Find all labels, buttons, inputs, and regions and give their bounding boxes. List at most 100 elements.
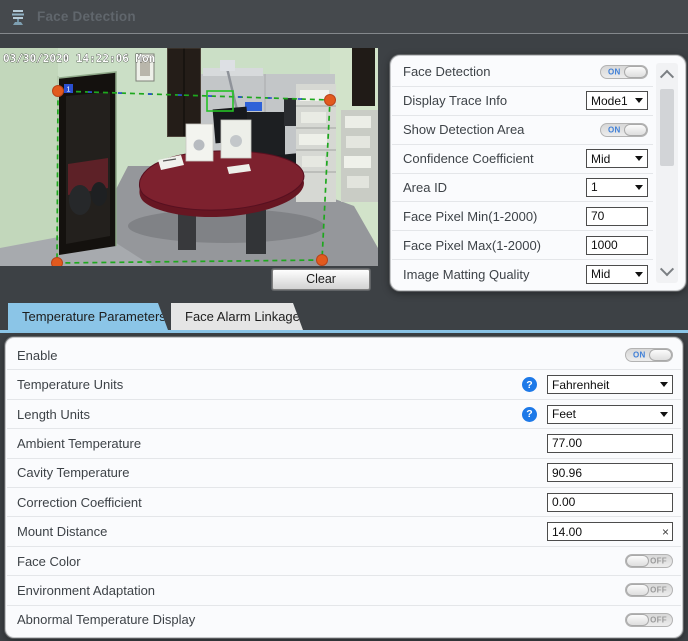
setting-label: Face Pixel Max(1-2000)	[403, 238, 586, 253]
ambient-temperature-field	[547, 434, 673, 453]
camera-timestamp: 03/30/2020 14:22:06 Mon	[3, 52, 155, 65]
toggle-knob	[624, 66, 647, 78]
setting-row-abnormal-temperature-display: Abnormal Temperature Display OFF	[7, 606, 681, 634]
setting-row-correction-coefficient: Correction Coefficient	[7, 488, 681, 517]
toggle-state-label: ON	[608, 67, 621, 76]
setting-label: Mount Distance	[17, 524, 537, 539]
face-pixel-max-1-2000-input[interactable]	[586, 236, 648, 255]
show-detection-area-toggle[interactable]: ON	[600, 123, 648, 137]
face-detection-icon	[9, 8, 27, 26]
face-color-toggle[interactable]: OFF	[625, 554, 673, 568]
setting-row-enable: Enable ON	[7, 341, 681, 370]
setting-label: Image Matting Quality	[403, 267, 586, 282]
scroll-thumb[interactable]	[660, 89, 674, 166]
corner-handle[interactable]	[317, 255, 328, 266]
image-matting-quality-select[interactable]: Mid	[586, 265, 648, 284]
tab-temperature-parameters[interactable]: Temperature Parameters	[8, 303, 168, 330]
chevron-down-icon	[660, 262, 674, 276]
dropdown-caret-icon	[635, 98, 643, 103]
setting-label: Length Units	[17, 407, 512, 422]
corner-handle[interactable]	[325, 95, 336, 106]
scrollbar[interactable]	[656, 63, 678, 283]
setting-row-ambient-temperature: Ambient Temperature	[7, 429, 681, 458]
face-pixel-min-1-2000-field	[586, 207, 648, 226]
face-pixel-min-1-2000-input[interactable]	[586, 207, 648, 226]
ambient-temperature-input[interactable]	[547, 434, 673, 453]
dropdown-caret-icon	[660, 412, 668, 417]
temperature-units-select[interactable]: Fahrenheit	[547, 375, 673, 394]
setting-row-confidence-coefficient: Confidence Coefficient Mid	[392, 145, 653, 174]
temperature-parameters-rows: Enable ON Temperature Units? Fahrenheit Leng…	[7, 341, 681, 634]
enable-toggle[interactable]: ON	[625, 348, 673, 362]
setting-label: Enable	[17, 348, 615, 363]
toggle-state-label: ON	[608, 125, 621, 134]
select-value: Mode1	[591, 94, 628, 108]
select-value: Mid	[591, 152, 610, 166]
toggle-knob	[626, 555, 649, 567]
correction-coefficient-field	[547, 493, 673, 512]
correction-coefficient-input[interactable]	[547, 493, 673, 512]
select-value: Fahrenheit	[552, 378, 609, 392]
dropdown-caret-icon	[635, 185, 643, 190]
corner-handle[interactable]	[53, 86, 64, 97]
scroll-down-button[interactable]	[656, 263, 678, 281]
setting-label: Correction Coefficient	[17, 495, 537, 510]
toggle-knob	[626, 614, 649, 626]
clear-button[interactable]: Clear	[272, 269, 370, 290]
confidence-coefficient-select[interactable]: Mid	[586, 149, 648, 168]
page-title: Face Detection	[37, 9, 136, 24]
setting-label: Display Trace Info	[403, 93, 586, 108]
setting-label: Face Pixel Min(1-2000)	[403, 209, 586, 224]
abnormal-temperature-display-toggle[interactable]: OFF	[625, 613, 673, 627]
help-icon[interactable]: ?	[522, 407, 537, 422]
mount-distance-input[interactable]	[547, 522, 673, 541]
setting-label: Abnormal Temperature Display	[17, 612, 615, 627]
scroll-up-button[interactable]	[656, 65, 678, 83]
setting-label: Area ID	[403, 180, 586, 195]
setting-row-face-color: Face ColorOFF	[7, 547, 681, 576]
face-pixel-max-1-2000-field	[586, 236, 648, 255]
setting-label: Cavity Temperature	[17, 465, 537, 480]
setting-label: Show Detection Area	[403, 122, 600, 137]
area-id-badge-label: 1	[66, 85, 70, 94]
setting-label: Environment Adaptation	[17, 583, 615, 598]
toggle-knob	[626, 584, 649, 596]
setting-label: Confidence Coefficient	[403, 151, 586, 166]
setting-row-length-units: Length Units? Feet	[7, 400, 681, 429]
face-detection-toggle[interactable]: ON	[600, 65, 648, 79]
setting-row-environment-adaptation: Environment Adaptation OFF	[7, 576, 681, 605]
toggle-state-label: OFF	[650, 586, 667, 595]
setting-row-cavity-temperature: Cavity Temperature	[7, 459, 681, 488]
tab-face-alarm-linkage[interactable]: Face Alarm Linkage	[171, 303, 303, 330]
help-icon[interactable]: ?	[522, 377, 537, 392]
tab-underline	[0, 330, 688, 333]
setting-row-image-matting-quality: Image Matting Quality Mid	[392, 260, 653, 288]
select-value: Mid	[591, 267, 610, 281]
setting-label: Face Detection	[403, 64, 600, 79]
setting-row-face-pixel-max-1-2000: Face Pixel Max(1-2000)	[392, 231, 653, 260]
camera-scene: 1 03/30/2020 14:22:06 Mon	[0, 48, 378, 266]
app-header: Face Detection	[0, 0, 688, 34]
environment-adaptation-toggle[interactable]: OFF	[625, 583, 673, 597]
cavity-temperature-input[interactable]	[547, 463, 673, 482]
area-id-select[interactable]: 1	[586, 178, 648, 197]
setting-row-show-detection-area: Show Detection Area ON	[392, 116, 653, 145]
select-value: 1	[591, 180, 598, 194]
setting-label: Temperature Units	[17, 377, 512, 392]
select-value: Feet	[552, 407, 576, 421]
face-detection-settings-rows: Face Detection ON Display Trace Info Mode1 S…	[392, 58, 653, 288]
setting-row-face-detection: Face Detection ON	[392, 58, 653, 87]
clear-input-icon[interactable]: ×	[662, 526, 669, 538]
toggle-state-label: OFF	[650, 615, 667, 624]
camera-view[interactable]: 1 03/30/2020 14:22:06 Mon	[0, 48, 378, 266]
length-units-select[interactable]: Feet	[547, 405, 673, 424]
dropdown-caret-icon	[635, 156, 643, 161]
setting-row-face-pixel-min-1-2000: Face Pixel Min(1-2000)	[392, 202, 653, 231]
face-detection-settings-panel: Face Detection ON Display Trace Info Mode1 S…	[390, 55, 686, 291]
dropdown-caret-icon	[635, 272, 643, 277]
corner-handle[interactable]	[52, 258, 63, 267]
toggle-state-label: ON	[633, 351, 646, 360]
setting-row-temperature-units: Temperature Units? Fahrenheit	[7, 370, 681, 399]
display-trace-info-select[interactable]: Mode1	[586, 91, 648, 110]
setting-row-display-trace-info: Display Trace Info Mode1	[392, 87, 653, 116]
